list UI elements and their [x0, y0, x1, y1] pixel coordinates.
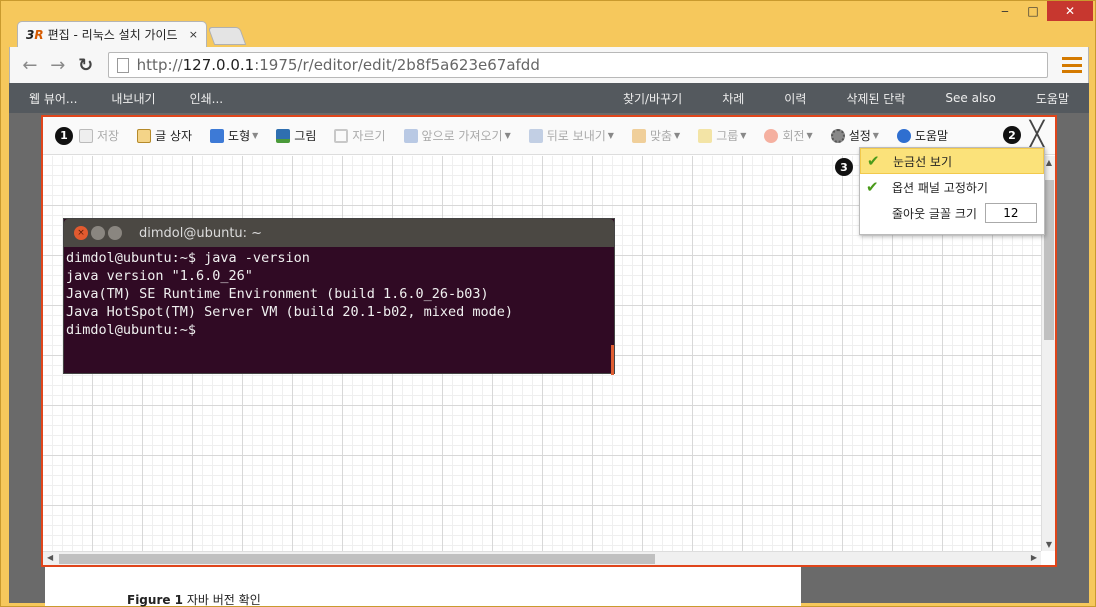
- browser-tab[interactable]: 3R 편집 - 리눅스 설치 가이드 ×: [17, 21, 207, 47]
- terminal-screenshot-image[interactable]: × dimdol@ubuntu: ~ dimdol@ubuntu:~$ java…: [63, 218, 615, 375]
- menu-toc[interactable]: 차례: [722, 90, 744, 107]
- info-icon: [896, 128, 911, 143]
- menu-help[interactable]: 도움말: [1036, 90, 1069, 107]
- group-icon: [698, 128, 713, 143]
- bring-front-icon: [403, 128, 418, 143]
- terminal-minimize-icon: [91, 226, 105, 240]
- settings-button[interactable]: 설정 ▼: [830, 127, 879, 144]
- menu-deleted-paragraphs[interactable]: 삭제된 단락: [846, 90, 905, 107]
- figure-caption: Figure 1 자바 버전 확인: [127, 593, 261, 607]
- gear-icon: [830, 128, 845, 143]
- menu-print[interactable]: 인쇄...: [190, 90, 224, 107]
- browser-toolbar: ← → ↻ http://127.0.0.1:1975/r/editor/edi…: [9, 47, 1089, 83]
- tab-title: 편집 - 리눅스 설치 가이드: [47, 28, 178, 42]
- back-arrow-icon[interactable]: ←: [16, 51, 44, 79]
- save-button[interactable]: 저장: [79, 127, 119, 144]
- send-back-button[interactable]: 뒤로 보내기 ▼: [528, 127, 614, 144]
- rotate-icon: [764, 128, 779, 143]
- scroll-down-icon[interactable]: ▼: [1042, 540, 1056, 549]
- scroll-right-icon[interactable]: ▶: [1031, 553, 1037, 562]
- callout-badge-3: 3: [835, 158, 853, 176]
- checkmark-icon: ✔: [867, 152, 880, 170]
- app-menubar: 웹 뷰어... 내보내기 인쇄... 찾기/바꾸기 차례 이력 삭제된 단락 S…: [9, 83, 1089, 113]
- terminal-titlebar: × dimdol@ubuntu: ~: [64, 219, 614, 247]
- tab-strip: 3R 편집 - 리눅스 설치 가이드 × ‒ □ ✕: [1, 1, 1095, 47]
- group-button[interactable]: 그룹 ▼: [698, 127, 746, 144]
- bring-front-button[interactable]: 앞으로 가져오기 ▼: [403, 127, 511, 144]
- rotate-button[interactable]: 회전 ▼: [764, 127, 813, 144]
- textbox-icon: [137, 128, 152, 143]
- callout-badge-1: 1: [55, 126, 73, 145]
- pin-panel-label: 옵션 패널 고정하기: [892, 180, 988, 195]
- align-button[interactable]: 맞춤 ▼: [631, 127, 680, 144]
- window-controls: ‒ □ ✕: [991, 1, 1093, 23]
- shape-icon: [210, 128, 225, 143]
- align-icon: [631, 128, 646, 143]
- textbox-button[interactable]: 글 상자: [137, 127, 192, 144]
- terminal-close-icon: ×: [74, 226, 88, 240]
- menu-export[interactable]: 내보내기: [111, 90, 155, 107]
- terminal-title: dimdol@ubuntu: ~: [139, 225, 263, 241]
- forward-arrow-icon[interactable]: →: [44, 51, 72, 79]
- font-size-option: 줄아웃 글꼴 크기: [860, 200, 1044, 226]
- selection-edge: [611, 345, 614, 375]
- show-grid-label: 눈금선 보기: [893, 154, 953, 169]
- close-editor-icon[interactable]: ╳: [1025, 122, 1049, 147]
- horizontal-scrollbar[interactable]: ◀ ▶: [43, 551, 1041, 565]
- maximize-button[interactable]: □: [1019, 1, 1047, 21]
- page-icon: [116, 57, 129, 73]
- show-grid-option[interactable]: ✔ 눈금선 보기: [860, 148, 1044, 174]
- vertical-scroll-thumb[interactable]: [1044, 180, 1054, 340]
- menu-see-also[interactable]: See also: [945, 91, 995, 105]
- image-button[interactable]: 그림: [276, 127, 316, 144]
- shape-button[interactable]: 도형 ▼: [210, 127, 258, 144]
- scroll-left-icon[interactable]: ◀: [47, 553, 53, 562]
- callout-badge-2: 2: [1003, 126, 1021, 144]
- image-icon: [276, 128, 291, 143]
- font-size-label: 줄아웃 글꼴 크기: [892, 206, 977, 221]
- url-path: :1975/r/editor/edit/2b8f5a623e67afdd: [254, 56, 540, 74]
- crop-icon: [334, 128, 349, 143]
- send-back-icon: [528, 128, 543, 143]
- site-logo-icon: 3R: [26, 27, 44, 42]
- pin-panel-option[interactable]: ✔ 옵션 패널 고정하기: [860, 174, 1044, 200]
- terminal-output: dimdol@ubuntu:~$ java -version java vers…: [66, 250, 514, 338]
- save-icon: [79, 128, 93, 143]
- crop-button[interactable]: 자르기: [334, 127, 386, 144]
- minimize-button[interactable]: ‒: [991, 1, 1019, 21]
- help-button[interactable]: 도움말: [896, 127, 948, 144]
- tab-close-icon[interactable]: ×: [189, 28, 198, 41]
- window-close-button[interactable]: ✕: [1047, 1, 1093, 21]
- browser-window: 3R 편집 - 리눅스 설치 가이드 × ‒ □ ✕ ← → ↻ http://…: [0, 0, 1096, 607]
- address-bar[interactable]: http://127.0.0.1:1975/r/editor/edit/2b8f…: [107, 52, 1049, 78]
- terminal-maximize-icon: [108, 226, 122, 240]
- menu-web-viewer[interactable]: 웹 뷰어...: [29, 90, 77, 107]
- font-size-input[interactable]: [984, 203, 1037, 223]
- browser-menu-icon[interactable]: [1062, 57, 1082, 73]
- menu-find-replace[interactable]: 찾기/바꾸기: [623, 90, 682, 107]
- url-host: 127.0.0.1: [182, 56, 255, 74]
- url-scheme: http://: [136, 56, 183, 74]
- new-tab-button[interactable]: [207, 27, 247, 45]
- menu-history[interactable]: 이력: [784, 90, 806, 107]
- settings-dropdown: ✔ 눈금선 보기 ✔ 옵션 패널 고정하기 줄아웃 글꼴 크기: [859, 147, 1045, 235]
- checkmark-icon: ✔: [866, 178, 879, 196]
- reload-icon[interactable]: ↻: [72, 51, 100, 79]
- horizontal-scroll-thumb[interactable]: [59, 554, 655, 564]
